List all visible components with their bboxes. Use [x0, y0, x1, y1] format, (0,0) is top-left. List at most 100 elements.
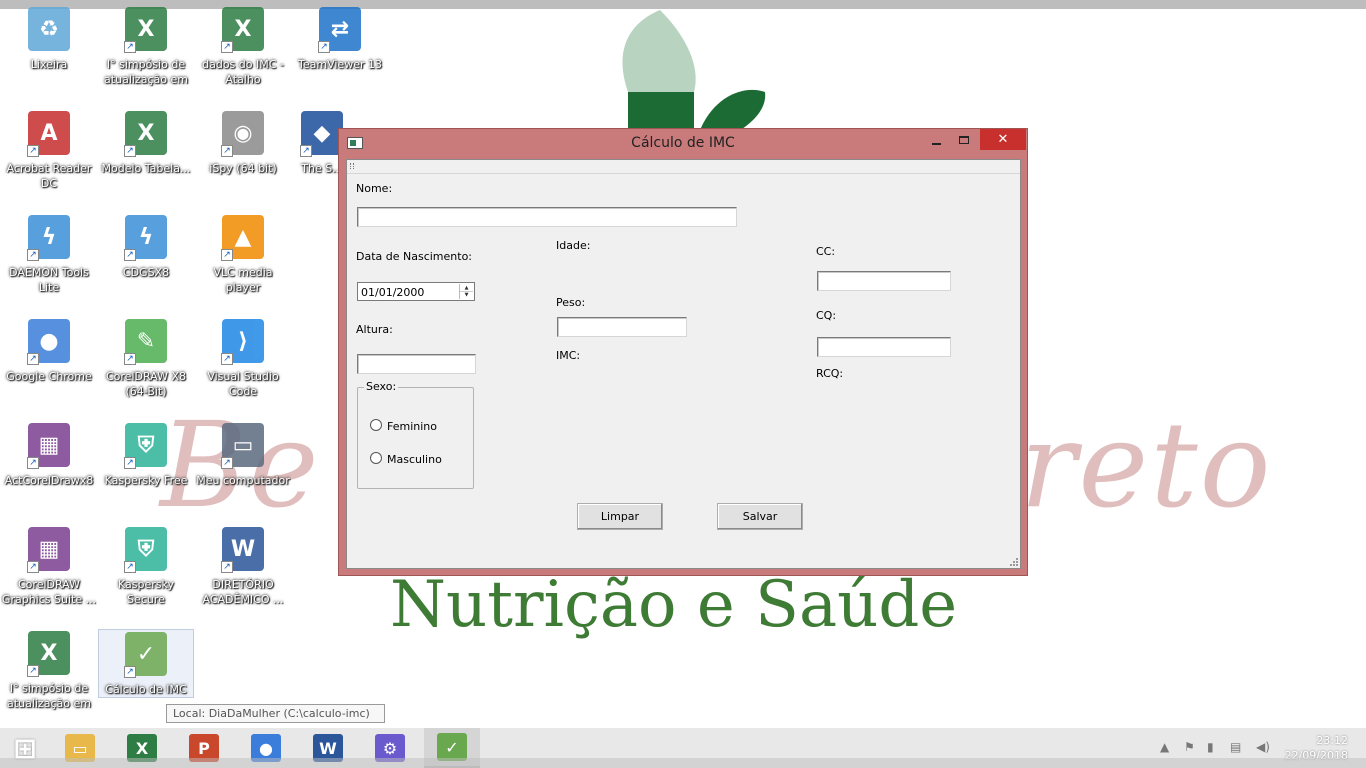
close-icon: ✕	[997, 132, 1009, 147]
close-button[interactable]: ✕	[980, 129, 1026, 150]
wallpaper-script-right: reto	[1020, 396, 1273, 534]
desktop-shortcut[interactable]: ▲ ↗ VLC media player	[195, 213, 291, 295]
desktop-shortcut[interactable]: ● ↗ Google Chrome	[1, 317, 97, 384]
power-icon[interactable]: ▮	[1207, 740, 1214, 754]
ispy-eye-icon: ◉ ↗	[221, 109, 265, 157]
date-spinner[interactable]: ▲ ▼	[459, 284, 473, 299]
shortcut-arrow-icon: ↗	[221, 457, 233, 469]
chrome-icon: ● ↗	[27, 317, 71, 365]
network-icon[interactable]: ▤	[1230, 740, 1241, 754]
desktop-shortcut-label: TeamViewer 13	[298, 58, 382, 71]
masculino-label[interactable]: Masculino	[387, 453, 442, 466]
desktop-shortcut[interactable]: ⇄ ↗ TeamViewer 13	[292, 5, 388, 72]
desktop-shortcut-label: Modelo Tabela...	[101, 162, 191, 175]
altura-input[interactable]	[357, 354, 476, 374]
desktop-shortcut[interactable]: ♻ Lixeira	[1, 5, 97, 72]
kaspersky-shield-icon: ⛨ ↗	[124, 421, 168, 469]
desktop-shortcut[interactable]: ▭ ↗ Meu computador	[195, 421, 291, 488]
vscode-icon: ⟩ ↗	[221, 317, 265, 365]
title-bar[interactable]: Cálculo de IMC ✕	[339, 129, 1027, 159]
desktop-shortcut[interactable]: ϟ ↗ CDGSX8	[98, 213, 194, 280]
desktop-shortcut-label: dados do IMC - Atalho	[202, 58, 284, 86]
tray-chevron-icon[interactable]: ▲	[1160, 740, 1169, 754]
excel-file-icon: X ↗	[124, 109, 168, 157]
peso-input[interactable]	[557, 317, 687, 337]
clock-time: 23:12	[1316, 734, 1348, 747]
imc-window: Cálculo de IMC ✕ Nome: Data de Nasciment…	[338, 128, 1028, 576]
resize-grip-icon[interactable]	[1008, 556, 1018, 566]
shortcut-arrow-icon: ↗	[124, 457, 136, 469]
spin-down-icon[interactable]: ▼	[460, 291, 473, 298]
computer-icon: ▭ ↗	[221, 421, 265, 469]
feminino-label[interactable]: Feminino	[387, 420, 437, 433]
excel-file-icon: X ↗	[27, 629, 71, 677]
desktop-shortcut[interactable]: X ↗ Modelo Tabela...	[98, 109, 194, 176]
salvar-button[interactable]: Salvar	[717, 503, 803, 530]
desktop-shortcut-label: Kaspersky Secure Connection	[118, 578, 174, 606]
shortcut-arrow-icon: ↗	[124, 353, 136, 365]
shortcut-arrow-icon: ↗	[124, 666, 136, 678]
desktop-shortcut-label: Kaspersky Free	[104, 474, 188, 487]
desktop-shortcut[interactable]: ⟩ ↗ Visual Studio Code	[195, 317, 291, 399]
coreldraw-icon: ✎ ↗	[124, 317, 168, 365]
desktop-shortcut[interactable]: W ↗ DIRETÓRIO ACADÊMICO ...	[195, 525, 291, 607]
desktop-shortcut-label: DIRETÓRIO ACADÊMICO ...	[202, 578, 284, 606]
nome-input[interactable]	[357, 207, 737, 227]
shortcut-arrow-icon: ↗	[27, 457, 39, 469]
shortcut-arrow-icon: ↗	[221, 353, 233, 365]
desktop-shortcut-label: Google Chrome	[6, 370, 92, 383]
shortcut-arrow-icon: ↗	[124, 249, 136, 261]
sexo-groupbox: Sexo: Feminino Masculino	[357, 380, 474, 489]
cq-input[interactable]	[817, 337, 951, 357]
desktop-shortcut-label: Lixeira	[30, 58, 68, 71]
shortcut-arrow-icon: ↗	[27, 665, 39, 677]
minimize-button[interactable]	[923, 129, 949, 150]
desktop-shortcut[interactable]: ◉ ↗ iSpy (64 bit)	[195, 109, 291, 176]
winrar-archive-icon: ▦ ↗	[27, 525, 71, 573]
data-nascimento-picker[interactable]: 01/01/2000 ▲ ▼	[357, 282, 475, 301]
desktop-shortcut[interactable]: ▦ ↗ CorelDRAW Graphics Suite ...	[1, 525, 97, 607]
rcq-label: RCQ:	[816, 367, 844, 380]
shortcut-arrow-icon: ↗	[221, 249, 233, 261]
winrar-archive-icon: ▦ ↗	[27, 421, 71, 469]
lightning-icon: ϟ ↗	[124, 213, 168, 261]
limpar-button[interactable]: Limpar	[577, 503, 663, 530]
imc-app-icon: ✓	[437, 733, 467, 761]
desktop-shortcut-label: Visual Studio Code	[207, 370, 279, 398]
shortcut-arrow-icon: ↗	[27, 561, 39, 573]
desktop-shortcut[interactable]: ϟ ↗ DAEMON Tools Lite	[1, 213, 97, 295]
desktop-shortcut[interactable]: ✓ ↗ Cálculo de IMC	[98, 629, 194, 698]
desktop-shortcut[interactable]: ⛨ ↗ Kaspersky Free	[98, 421, 194, 488]
vlc-cone-icon: ▲ ↗	[221, 213, 265, 261]
excel-file-icon: X ↗	[221, 5, 265, 53]
word-file-icon: W ↗	[221, 525, 265, 573]
maximize-button[interactable]	[951, 129, 977, 150]
desktop-shortcut-label: CDGSX8	[122, 266, 170, 279]
desktop-shortcut[interactable]: ✎ ↗ CorelDRAW X8 (64-Bit)	[98, 317, 194, 399]
desktop-shortcut-label: DAEMON Tools Lite	[9, 266, 89, 294]
recycle-bin-icon: ♻	[27, 5, 71, 53]
volume-icon[interactable]: ◀)	[1256, 740, 1270, 754]
cc-input[interactable]	[817, 271, 951, 291]
desktop-shortcut[interactable]: A ↗ Acrobat Reader DC	[1, 109, 97, 191]
data-nascimento-value: 01/01/2000	[361, 286, 425, 299]
peso-label: Peso:	[556, 296, 586, 309]
radio-masculino[interactable]	[370, 452, 382, 464]
menu-grip-icon[interactable]	[350, 163, 354, 169]
spin-up-icon[interactable]: ▲	[460, 284, 473, 291]
desktop-shortcut-label: I° simpósio de atualização em ...	[104, 58, 188, 86]
desktop-shortcut[interactable]: X ↗ dados do IMC - Atalho	[195, 5, 291, 87]
altura-label: Altura:	[356, 323, 393, 336]
desktop-shortcut-label: VLC media player	[213, 266, 273, 294]
kaspersky-shield-icon: ⛨ ↗	[124, 525, 168, 573]
shortcut-tooltip: Local: DiaDaMulher (C:\calculo-imc)	[166, 704, 385, 723]
desktop-shortcut[interactable]: X↗ I° simpósio de atualização em ...	[98, 5, 194, 87]
flag-icon[interactable]: ⚑	[1184, 740, 1195, 754]
desktop-shortcut[interactable]: ⛨↗ Kaspersky Secure Connection	[98, 525, 194, 607]
screen-bottom-border	[0, 758, 1366, 768]
cc-label: CC:	[816, 245, 836, 258]
shortcut-arrow-icon: ↗	[27, 249, 39, 261]
desktop-shortcut[interactable]: X↗ I° simpósio de atualização em ...	[1, 629, 97, 711]
desktop-shortcut[interactable]: ▦ ↗ ActCorelDrawx8	[1, 421, 97, 488]
radio-feminino[interactable]	[370, 419, 382, 431]
